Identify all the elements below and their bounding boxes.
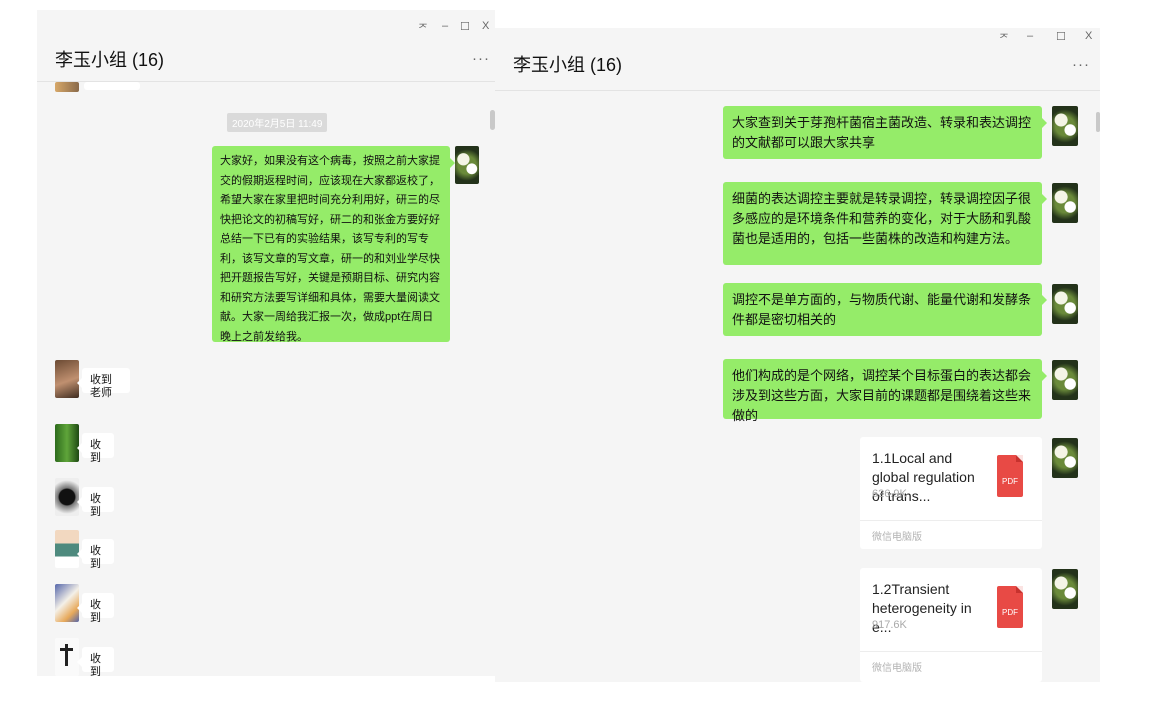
- figure-avatar[interactable]: [55, 638, 79, 676]
- more-options-icon[interactable]: ···: [472, 50, 490, 67]
- file-size: 626.9K: [872, 488, 907, 500]
- file-size: 917.6K: [872, 619, 907, 631]
- right-chat-window: 李玉小组 (16) ᅎ – ☐ X ··· 大家查到关于芽孢杆菌宿主菌改造、转录…: [495, 28, 1100, 682]
- flower-avatar[interactable]: [1052, 438, 1078, 478]
- circle-avatar[interactable]: [55, 478, 79, 516]
- header-divider: [495, 90, 1100, 91]
- minimize-icon[interactable]: –: [442, 20, 448, 32]
- file-source-label: 微信电脑版: [872, 532, 922, 543]
- reply-bubble[interactable]: 收到: [77, 433, 114, 464]
- reply-bubble[interactable]: 收到: [77, 487, 114, 518]
- cartoon-avatar[interactable]: [55, 530, 79, 568]
- file-message-card[interactable]: 1.1Local and global regulation of trans.…: [860, 437, 1042, 549]
- close-icon[interactable]: X: [482, 20, 489, 32]
- message-bubble[interactable]: 他们构成的是个网络，调控某个目标蛋白的表达都会涉及到这些方面，大家目前的课题都是…: [723, 359, 1047, 423]
- message-bubble[interactable]: 细菌的表达调控主要就是转录调控，转录调控因子很多感应的是环境条件和营养的变化，对…: [723, 182, 1047, 265]
- flower-avatar[interactable]: [1052, 106, 1078, 146]
- left-chat-window: 李玉小组 (16) ᅎ – ☐ X ··· 2020年2月5日 11:49 大家…: [37, 10, 495, 676]
- portrait-avatar[interactable]: [55, 360, 79, 398]
- chat-title: 李玉小组 (16): [513, 55, 623, 75]
- cat-avatar[interactable]: [55, 584, 79, 622]
- pin-icon[interactable]: ᅎ: [999, 30, 1009, 46]
- maximize-icon[interactable]: ☐: [1056, 30, 1066, 43]
- message-bubble[interactable]: 大家查到关于芽孢杆菌宿主菌改造、转录和表达调控的文献都可以跟大家共享: [723, 106, 1047, 159]
- clipped-message-bubble[interactable]: [84, 82, 140, 90]
- reply-bubble[interactable]: 收到: [77, 539, 114, 570]
- flower-avatar[interactable]: [1052, 183, 1078, 223]
- teacher-message-bubble[interactable]: 大家好，如果没有这个病毒，按照之前大家提交的假期返程时间，应该现在大家都返校了，…: [212, 146, 455, 343]
- reply-bubble[interactable]: 收到老师: [77, 368, 130, 399]
- minimize-icon[interactable]: –: [1027, 30, 1033, 42]
- more-options-icon[interactable]: ···: [1072, 56, 1090, 73]
- timestamp: 2020年2月5日 11:49: [227, 113, 328, 132]
- file-source-label: 微信电脑版: [872, 663, 922, 674]
- reply-bubble[interactable]: 收到: [77, 593, 114, 624]
- cat-avatar: [55, 82, 79, 92]
- pin-icon[interactable]: ᅎ: [418, 20, 428, 36]
- leaf-avatar[interactable]: [55, 424, 79, 462]
- flower-avatar[interactable]: [1052, 360, 1078, 400]
- chat-title: 李玉小组 (16): [55, 50, 165, 70]
- scrollbar[interactable]: [1096, 112, 1100, 132]
- pdf-file-icon: PDF: [997, 455, 1023, 497]
- file-message-card[interactable]: 1.2Transient heterogeneity in e... PDF 9…: [860, 568, 1042, 682]
- flower-avatar[interactable]: [1052, 284, 1078, 324]
- message-bubble[interactable]: 调控不是单方面的，与物质代谢、能量代谢和发酵条件都是密切相关的: [723, 283, 1047, 336]
- maximize-icon[interactable]: ☐: [460, 20, 470, 33]
- flower-avatar[interactable]: [455, 146, 479, 184]
- flower-avatar[interactable]: [1052, 569, 1078, 609]
- pdf-file-icon: PDF: [997, 586, 1023, 628]
- reply-bubble[interactable]: 收到: [77, 647, 114, 676]
- close-icon[interactable]: X: [1085, 30, 1092, 42]
